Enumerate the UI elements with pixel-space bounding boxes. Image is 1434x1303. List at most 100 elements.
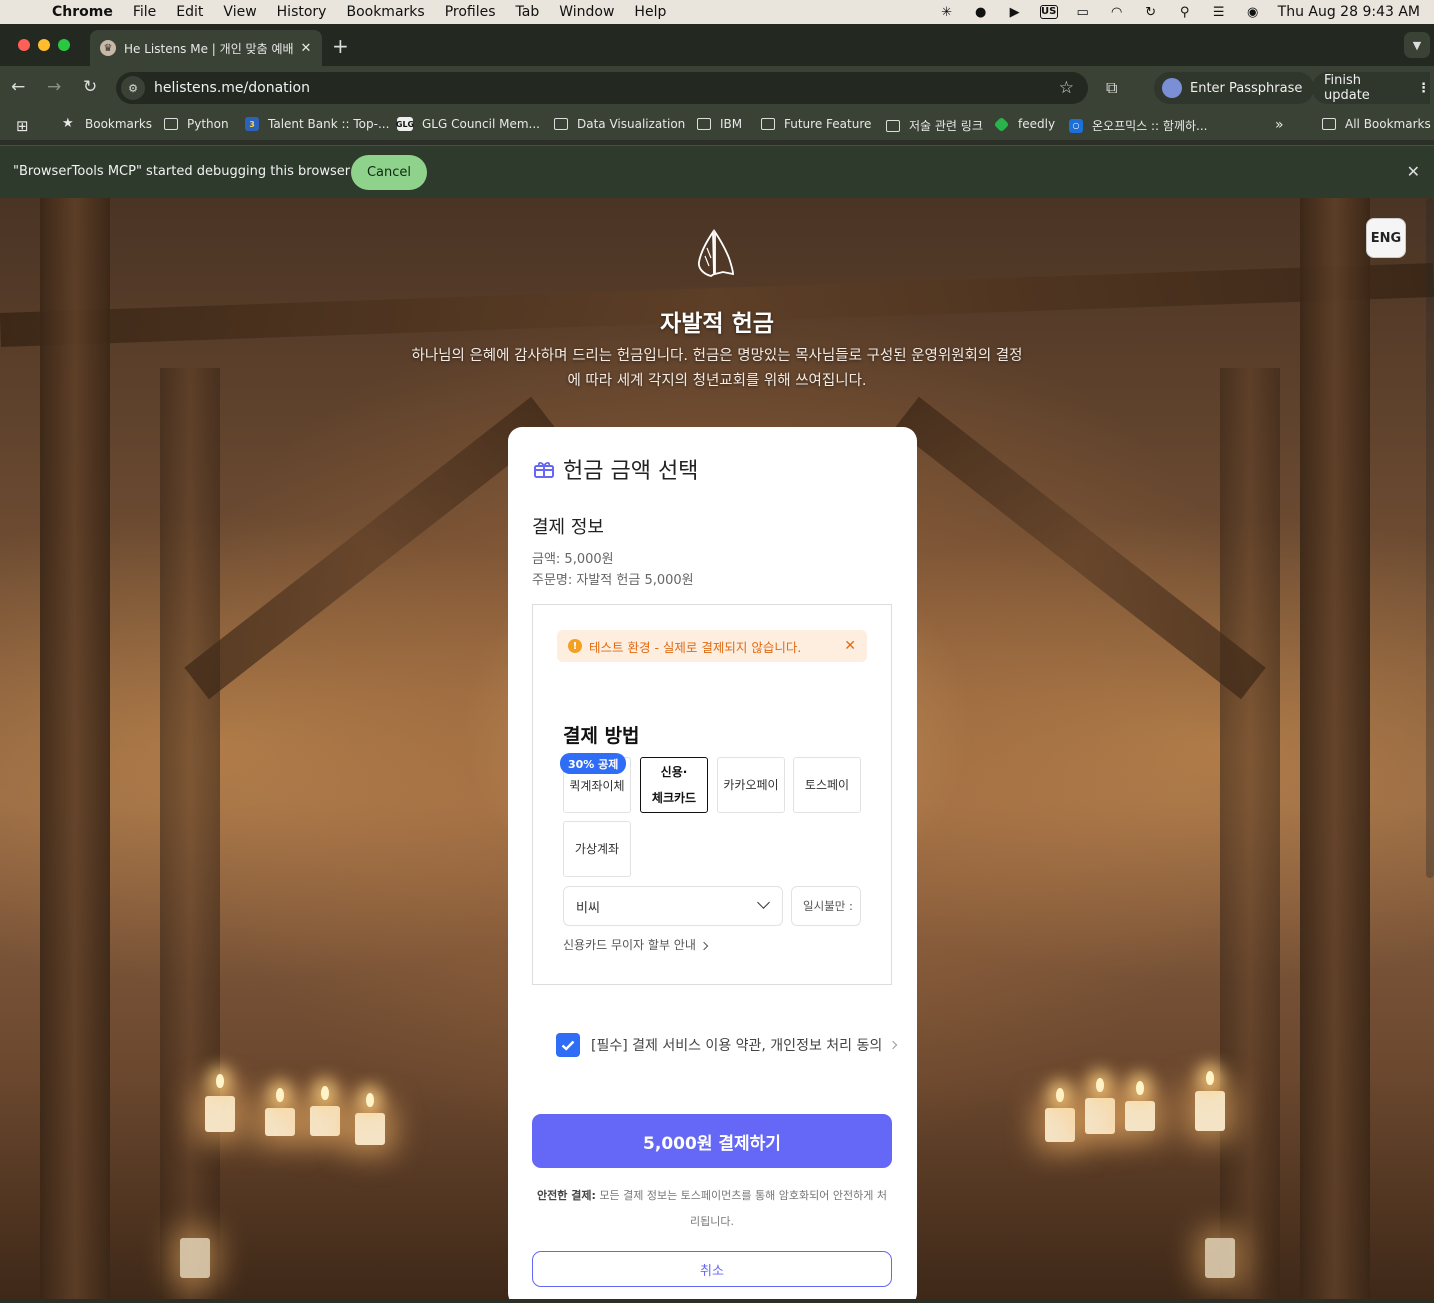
apps-grid-icon[interactable]: ⊞	[16, 117, 29, 135]
browser-tab[interactable]: ♛ He Listens Me | 개인 맞춤 예배 ✕	[90, 30, 322, 66]
asterisk-status-icon[interactable]: ✳	[938, 5, 956, 20]
method-tosspay[interactable]: 토스페이	[793, 757, 861, 813]
checkmark-icon	[561, 1040, 575, 1051]
bookmark-feedly[interactable]: feedly	[993, 116, 1055, 132]
menu-profiles[interactable]: Profiles	[445, 4, 496, 20]
cancel-debugging-button[interactable]: Cancel	[351, 155, 427, 190]
cancel-button[interactable]: 취소	[532, 1251, 892, 1287]
folder-icon	[697, 118, 711, 130]
page-description: 하나님의 은혜에 감사하며 드리는 헌금입니다. 헌금은 명망있는 목사님들로 …	[411, 348, 1023, 389]
payment-method-heading: 결제 방법	[563, 725, 640, 747]
background-pillar-right	[1300, 198, 1370, 1299]
chevron-down-icon	[757, 896, 770, 909]
spotlight-search-icon[interactable]: ⚲	[1176, 5, 1194, 20]
extensions-puzzle-icon[interactable]: ⧉	[1106, 78, 1117, 98]
page-scrollbar[interactable]	[1426, 198, 1434, 878]
bookmark-python[interactable]: Python	[164, 117, 229, 131]
finish-update-label: Finish update	[1324, 73, 1370, 103]
payment-widget: ! 테스트 환경 - 실제로 결제되지 않습니다. ✕ 결제 방법 퀵계좌이체 …	[532, 604, 892, 985]
passphrase-label: Enter Passphrase	[1190, 80, 1303, 96]
bookmark-glg[interactable]: GLG GLG Council Mem...	[396, 117, 540, 131]
finish-update-button[interactable]: Finish update ⋮	[1312, 72, 1430, 104]
chevron-right-icon	[699, 941, 709, 950]
deduction-badge: 30% 공제	[560, 753, 627, 774]
installment-guide-link[interactable]: 신용카드 무이자 할부 안내	[563, 936, 709, 953]
menu-app-name[interactable]: Chrome	[52, 4, 113, 20]
tab-search-chevron-icon[interactable]: ▼	[1404, 32, 1430, 58]
terms-agreement[interactable]: [필수] 결제 서비스 이용 약관, 개인정보 처리 동의	[556, 1033, 898, 1057]
language-toggle-button[interactable]: ENG	[1366, 218, 1406, 258]
page-title: 자발적 헌금	[660, 311, 774, 337]
reload-icon[interactable]: ↻	[83, 77, 97, 97]
method-virtual-account[interactable]: 가상계좌	[563, 821, 631, 877]
window-close-button[interactable]	[18, 39, 30, 51]
macos-menu-bar: Chrome File Edit View History Bookmarks …	[0, 0, 1434, 24]
new-tab-plus-icon[interactable]: +	[332, 34, 349, 58]
bookmark-all-bookmarks[interactable]: All Bookmarks	[1322, 117, 1431, 131]
donation-card: 헌금 금액 선택 결제 정보 금액: 5,000원 주문명: 자발적 헌금 5,…	[508, 427, 917, 1299]
infobar-close-icon[interactable]: ✕	[1407, 162, 1420, 181]
bookmark-data-visualization[interactable]: Data Visualization	[554, 117, 685, 131]
folder-icon	[761, 118, 775, 130]
folder-icon	[554, 118, 568, 130]
card-company-value: 비씨	[576, 900, 600, 916]
menu-window[interactable]: Window	[559, 4, 614, 20]
input-source-indicator[interactable]: US	[1039, 5, 1058, 19]
siri-icon[interactable]: ◉	[1244, 5, 1262, 20]
installment-select[interactable]: 일시불만 :	[791, 886, 861, 926]
background-pillar-left-inner	[160, 368, 220, 1299]
kebab-menu-icon[interactable]: ⋮	[1417, 81, 1430, 96]
page-viewport: ENG 자발적 헌금 하나님의 은혜에 감사하며 드리는 헌금입니다. 헌금은 …	[0, 198, 1434, 1299]
bookmark-writing-links[interactable]: 저술 관련 링크	[886, 117, 983, 134]
back-arrow-icon[interactable]: ←	[11, 77, 25, 97]
method-credit-check-card[interactable]: 신용· 체크카드	[640, 757, 708, 813]
terms-label: [필수] 결제 서비스 이용 약관, 개인정보 처리 동의	[591, 1038, 883, 1054]
bookmark-future-feature[interactable]: Future Feature	[761, 117, 871, 131]
bookmark-onoffmix[interactable]: ○ 온오프믹스 :: 함께하...	[1069, 117, 1207, 134]
warning-close-icon[interactable]: ✕	[844, 638, 856, 654]
menu-file[interactable]: File	[133, 4, 156, 20]
candle-decoration	[355, 1113, 385, 1145]
address-bar[interactable]: ⚙ helistens.me/donation ☆	[116, 72, 1088, 104]
tab-close-icon[interactable]: ✕	[296, 41, 316, 56]
site-settings-tune-icon[interactable]: ⚙	[121, 76, 145, 100]
terms-checkbox[interactable]	[556, 1033, 580, 1057]
menu-bookmarks[interactable]: Bookmarks	[346, 4, 424, 20]
bookmark-star-icon[interactable]: ☆	[1059, 78, 1074, 98]
forward-arrow-icon[interactable]: →	[47, 77, 61, 97]
bookmark-talent-bank[interactable]: 3 Talent Bank :: Top-...	[245, 117, 389, 131]
folder-icon	[886, 119, 900, 132]
window-zoom-button[interactable]	[58, 39, 70, 51]
bookmark-bookmarks[interactable]: ★ Bookmarks	[62, 116, 152, 132]
time-machine-icon[interactable]: ↻	[1142, 5, 1160, 20]
pay-button[interactable]: 5,000원 결제하기	[532, 1114, 892, 1168]
chrome-tab-bar: ♛ He Listens Me | 개인 맞춤 예배 ✕ + ▼	[0, 24, 1434, 66]
more-bookmarks-chevron-icon[interactable]: »	[1275, 117, 1284, 133]
play-circle-icon[interactable]: ▶	[1006, 5, 1024, 20]
menubar-clock[interactable]: Thu Aug 28 9:43 AM	[1278, 4, 1420, 20]
star-icon: ★	[62, 116, 74, 131]
chat-bubble-icon[interactable]: ●	[972, 5, 990, 20]
menu-help[interactable]: Help	[634, 4, 666, 20]
menu-view[interactable]: View	[223, 4, 256, 20]
candle-decoration	[1125, 1101, 1155, 1131]
control-center-icon[interactable]: ☰	[1210, 5, 1228, 20]
candle-flame-decoration	[321, 1086, 329, 1100]
menu-edit[interactable]: Edit	[176, 4, 203, 20]
method-kakaopay-label: 카카오페이	[723, 778, 779, 792]
menu-history[interactable]: History	[277, 4, 327, 20]
wifi-icon[interactable]: ◠	[1108, 5, 1126, 20]
battery-icon[interactable]: ▭	[1074, 5, 1092, 20]
candle-decoration	[310, 1106, 340, 1136]
method-kakaopay[interactable]: 카카오페이	[717, 757, 785, 813]
menu-tab[interactable]: Tab	[516, 4, 540, 20]
method-virtual-account-label: 가상계좌	[574, 842, 620, 856]
address-url-text[interactable]: helistens.me/donation	[154, 80, 1059, 96]
glg-favicon-icon: GLG	[396, 117, 414, 131]
window-minimize-button[interactable]	[38, 39, 50, 51]
enter-passphrase-button[interactable]: Enter Passphrase	[1154, 72, 1315, 104]
folder-icon	[164, 118, 178, 130]
chevron-right-icon[interactable]	[889, 1040, 898, 1050]
card-company-select[interactable]: 비씨	[563, 886, 783, 926]
bookmark-ibm[interactable]: IBM	[697, 117, 742, 131]
